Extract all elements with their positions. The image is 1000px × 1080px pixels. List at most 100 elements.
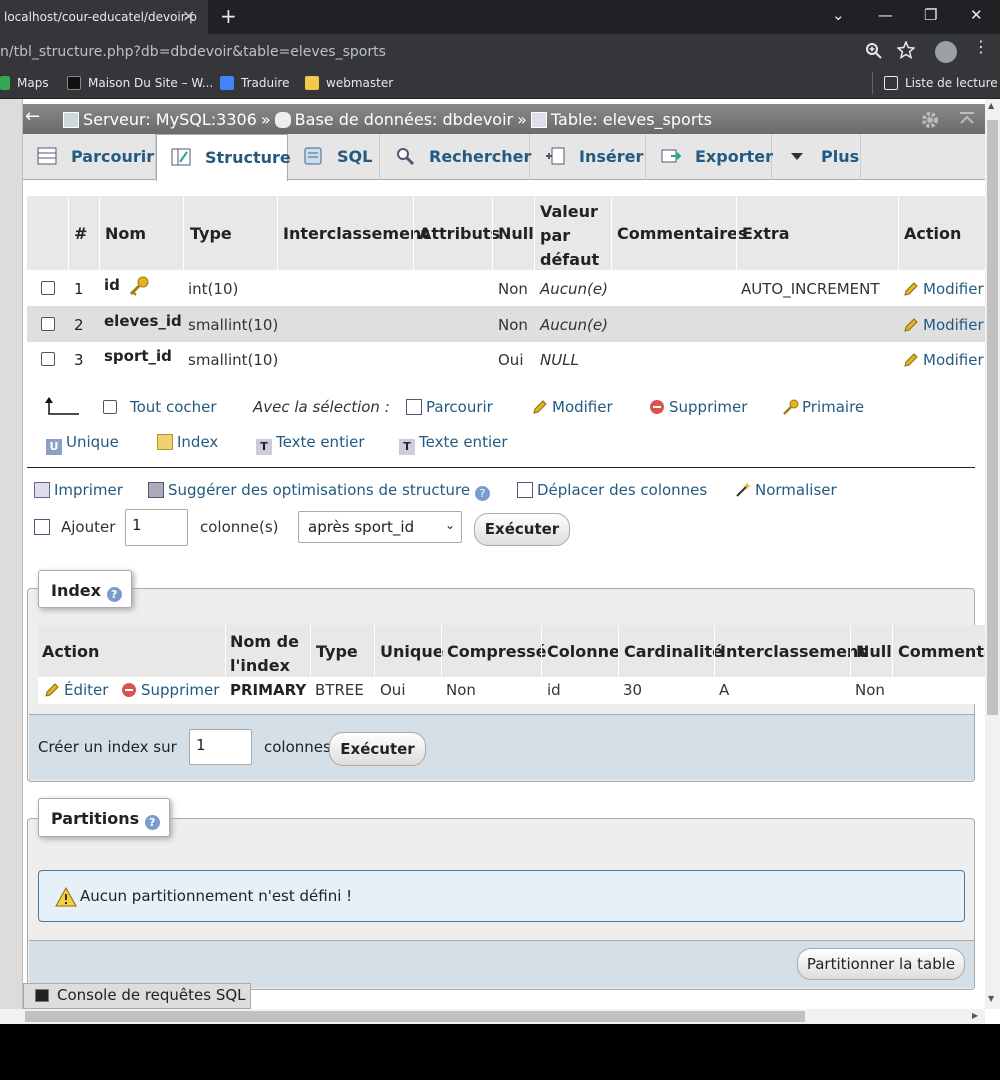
move-label: Déplacer des colonnes	[537, 481, 708, 499]
col-divider	[534, 196, 535, 270]
index-col-unique: Unique	[380, 642, 444, 661]
scroll-down-icon[interactable]: ▼	[988, 994, 994, 1003]
help-icon[interactable]: ?	[106, 587, 122, 602]
row-checkbox[interactable]	[41, 281, 55, 295]
add-count-input[interactable]: 1	[125, 509, 188, 546]
col-header-collation[interactable]: Interclassement	[283, 224, 429, 243]
tab-inserer[interactable]: Insérer	[531, 134, 646, 180]
print-link[interactable]: Imprimer	[34, 481, 123, 499]
add-position-select[interactable]: après sport_id ⌄	[298, 511, 462, 543]
col-divider	[892, 625, 893, 677]
col-header-num[interactable]: #	[74, 224, 87, 243]
header-line: défaut	[540, 250, 600, 269]
move-columns-link[interactable]: Déplacer des colonnes	[517, 481, 707, 499]
bookmark-maison[interactable]: Maison Du Site – W...	[67, 76, 213, 90]
navigation-panel-collapsed[interactable]	[0, 99, 23, 1009]
bulk-index-button[interactable]: Index	[157, 433, 218, 451]
bulk-primary-label: Primaire	[802, 398, 865, 416]
help-icon[interactable]: ?	[144, 815, 160, 830]
bulk-unique-button[interactable]: U Unique	[46, 433, 119, 455]
bulk-index-label: Index	[177, 433, 219, 451]
tab-structure[interactable]: Structure	[156, 134, 291, 181]
new-tab-icon[interactable]: +	[220, 4, 237, 28]
header-line: Valeur	[540, 202, 598, 221]
index-edit-link[interactable]: Éditer	[44, 681, 108, 699]
profile-avatar[interactable]	[935, 41, 957, 63]
table-icon	[530, 112, 547, 128]
index-legend-label: Index	[51, 581, 101, 600]
col-divider	[850, 625, 851, 677]
collapse-top-icon[interactable]	[958, 110, 976, 132]
tab-rechercher[interactable]: Rechercher	[381, 134, 531, 180]
check-all-checkbox[interactable]	[103, 400, 117, 414]
add-execute-button[interactable]: Exécuter	[474, 513, 570, 546]
tab-exporter[interactable]: Exporter	[647, 134, 773, 180]
bulk-change-button[interactable]: Modifier	[532, 398, 613, 416]
partition-table-button[interactable]: Partitionner la table	[797, 948, 965, 980]
tab-label: Plus	[821, 147, 860, 166]
row-checkbox[interactable]	[41, 352, 55, 366]
propose-structure-link[interactable]: Suggérer des optimisations de structure …	[148, 481, 490, 501]
create-index-count-input[interactable]: 1	[189, 729, 252, 765]
col-header-attributes[interactable]: Attributs	[419, 224, 500, 243]
col-header-type[interactable]: Type	[190, 224, 232, 243]
sql-console-label: Console de requêtes SQL	[57, 986, 246, 1004]
tab-parcourir[interactable]: Parcourir	[23, 134, 156, 180]
zoom-icon[interactable]	[865, 42, 883, 64]
vertical-scroll-thumb[interactable]	[987, 120, 998, 715]
breadcrumb-server[interactable]: Serveur: MySQL:3306	[83, 110, 257, 129]
tab-sql[interactable]: SQL	[289, 134, 380, 180]
bulk-primary-button[interactable]: Primaire	[782, 398, 864, 416]
bookmark-webmaster[interactable]: webmaster	[305, 76, 393, 90]
breadcrumb-table[interactable]: Table: eleves_sports	[551, 110, 712, 129]
header-line: Nom de	[230, 632, 299, 651]
scroll-right-icon[interactable]: ▶	[972, 1011, 978, 1020]
settings-gear-icon[interactable]	[920, 110, 940, 134]
col-header-name[interactable]: Nom	[105, 224, 146, 243]
browser-tab[interactable]: localhost/cour-educatel/devoir-p	[0, 0, 208, 34]
reading-list[interactable]: Liste de lecture	[884, 76, 998, 90]
close-window-icon[interactable]: ✕	[970, 6, 983, 24]
bulk-drop-button[interactable]: Supprimer	[649, 398, 747, 416]
maps-icon	[0, 76, 10, 90]
check-all-label[interactable]: Tout cocher	[130, 398, 217, 416]
bulk-fulltext2-button[interactable]: T Texte entier	[399, 433, 508, 455]
index-col-keyname: Nom de l'index	[230, 630, 299, 678]
row-checkbox[interactable]	[41, 317, 55, 331]
tab-search-chevron-icon[interactable]: ⌄	[832, 6, 845, 24]
index-edit-label: Éditer	[64, 681, 109, 699]
bookmark-traduire[interactable]: Traduire	[220, 76, 289, 90]
col-header-default[interactable]: Valeur par défaut	[540, 200, 599, 272]
col-header-null[interactable]: Null	[498, 224, 534, 243]
index-col-comment: Commenta	[898, 642, 985, 661]
index-drop-link[interactable]: Supprimer	[121, 681, 219, 699]
minimize-icon[interactable]: —	[878, 6, 893, 24]
index-drop-label: Supprimer	[141, 681, 220, 699]
col-header-action[interactable]: Action	[904, 224, 961, 243]
star-icon[interactable]	[896, 40, 916, 63]
row-modify-link[interactable]: Modifier	[903, 316, 985, 334]
maximize-icon[interactable]: ❐	[924, 6, 937, 24]
create-index-execute-button[interactable]: Exécuter	[329, 732, 426, 766]
help-icon[interactable]: ?	[474, 486, 490, 501]
col-header-comments[interactable]: Commentaires	[617, 224, 748, 243]
back-arrow-icon[interactable]: ←	[25, 106, 40, 127]
breadcrumb-database[interactable]: Base de données: dbdevoir	[295, 110, 513, 129]
row-modify-link[interactable]: Modifier	[903, 351, 985, 369]
col-divider	[310, 625, 311, 677]
bulk-fulltext-button[interactable]: T Texte entier	[256, 433, 365, 455]
tab-plus[interactable]: Plus	[773, 134, 861, 180]
normalize-link[interactable]: Normaliser	[735, 481, 837, 499]
row-modify-link[interactable]: Modifier	[903, 280, 985, 298]
scroll-up-icon[interactable]: ▲	[988, 101, 994, 110]
menu-icon[interactable]: ⋮	[973, 39, 989, 55]
horizontal-scroll-thumb[interactable]	[25, 1011, 805, 1022]
row-type: int(10)	[188, 280, 239, 298]
index-column: id	[547, 681, 561, 699]
tab-close-icon[interactable]: ×	[182, 6, 195, 25]
bookmark-maps[interactable]: Maps	[0, 76, 49, 90]
col-header-extra[interactable]: Extra	[742, 224, 790, 243]
url-text[interactable]: n/tbl_structure.php?db=dbdevoir&table=el…	[0, 44, 386, 60]
propose-label: Suggérer des optimisations de structure	[168, 481, 471, 499]
bulk-browse-button[interactable]: Parcourir	[406, 398, 493, 416]
